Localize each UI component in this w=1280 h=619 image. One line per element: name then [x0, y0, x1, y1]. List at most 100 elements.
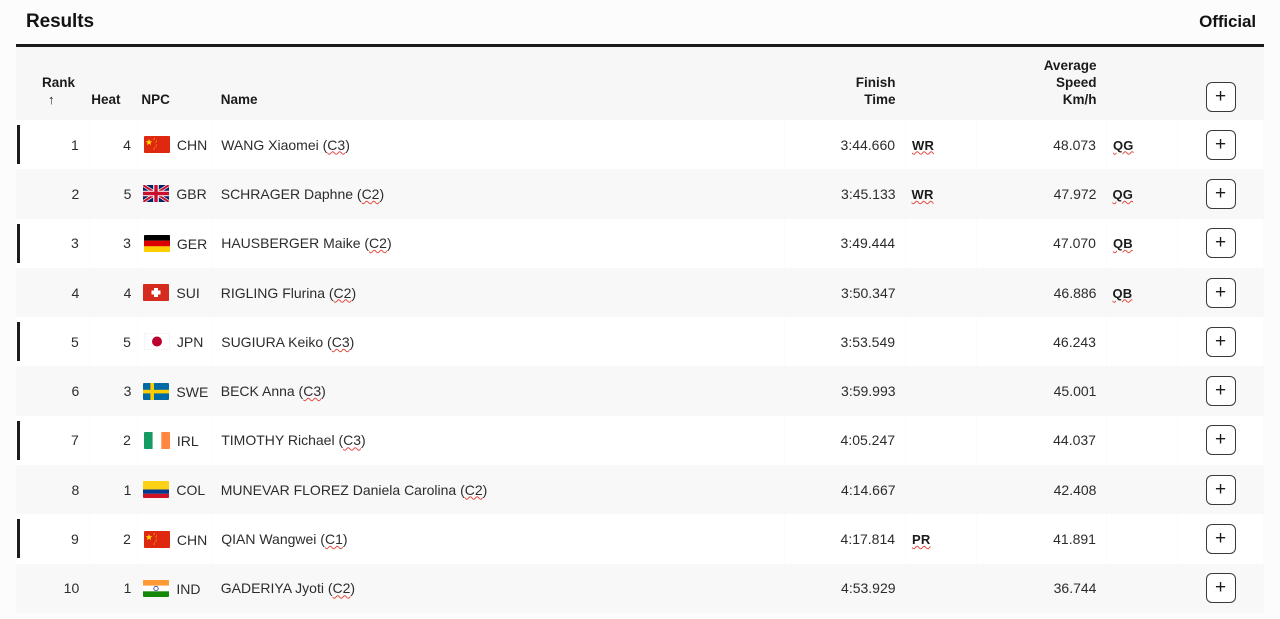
cell-finish-time: 4:14.667 [784, 465, 905, 514]
cell-speed-record: QB [1106, 219, 1177, 268]
cell-speed-record [1106, 514, 1177, 563]
expand-row-button[interactable]: + [1206, 130, 1236, 160]
qualification-badge: QG [1113, 138, 1134, 153]
cell-athlete-name: MUNEVAR FLOREZ Daniela Carolina (C2) [213, 465, 784, 514]
cell-npc: CHN [137, 514, 212, 563]
flag-chn-icon [144, 136, 170, 153]
cell-finish-time: 3:50.347 [784, 268, 905, 317]
expand-row-button[interactable]: + [1206, 327, 1236, 357]
flag-jpn-icon [144, 333, 170, 350]
average-speed-line3: Km/h [1063, 92, 1097, 107]
expand-row-button[interactable]: + [1206, 475, 1236, 505]
expand-row-button[interactable]: + [1206, 376, 1236, 406]
expand-row-button[interactable]: + [1206, 573, 1236, 603]
cell-npc: IND [137, 564, 212, 613]
athlete-name-tail: ) [350, 334, 355, 350]
cell-expand: + [1178, 564, 1264, 613]
cell-finish-record: WR [906, 169, 977, 218]
athlete-sport-class: C3 [343, 432, 361, 448]
athlete-name: QIAN Wangwei ( [221, 531, 325, 547]
results-table-body: 14 CHNWANG Xiaomei (C3)3:44.660WR48.073Q… [16, 120, 1264, 613]
results-table: Rank↑ Heat NPC Name Finish Time Average … [16, 47, 1264, 613]
athlete-name: TIMOTHY Richael ( [221, 432, 343, 448]
athlete-sport-class: C2 [465, 482, 483, 498]
flag-ind-icon [143, 580, 169, 597]
cell-athlete-name: SCHRAGER Daphne (C2) [213, 169, 784, 218]
cell-expand: + [1178, 317, 1264, 366]
expand-row-button[interactable]: + [1206, 179, 1236, 209]
cell-rank: 2 [16, 169, 89, 218]
column-header-heat[interactable]: Heat [89, 47, 137, 120]
athlete-name-tail: ) [345, 137, 350, 153]
cell-npc: COL [137, 465, 212, 514]
expand-row-button[interactable]: + [1206, 278, 1236, 308]
cell-finish-time: 3:44.660 [784, 120, 905, 169]
column-header-finish-record [906, 47, 977, 120]
column-header-expand-all: + [1178, 47, 1264, 120]
qualification-badge: QB [1113, 236, 1133, 251]
table-row[interactable]: 44 SUIRIGLING Flurina (C2)3:50.34746.886… [16, 268, 1264, 317]
expand-all-button[interactable]: + [1206, 82, 1236, 112]
table-row[interactable]: 72 IRLTIMOTHY Richael (C3)4:05.24744.037… [16, 416, 1264, 465]
expand-row-button[interactable]: + [1206, 228, 1236, 258]
cell-average-speed: 36.744 [977, 564, 1107, 613]
cell-average-speed: 47.070 [977, 219, 1107, 268]
cell-finish-record [906, 219, 977, 268]
column-header-rank-label: Rank [42, 75, 75, 90]
table-row[interactable]: 14 CHNWANG Xiaomei (C3)3:44.660WR48.073Q… [16, 120, 1264, 169]
expand-row-button[interactable]: + [1206, 425, 1236, 455]
cell-heat: 2 [89, 514, 137, 563]
cell-rank: 7 [16, 416, 89, 465]
cell-average-speed: 44.037 [977, 416, 1107, 465]
cell-heat: 3 [89, 219, 137, 268]
cell-average-speed: 42.408 [977, 465, 1107, 514]
column-header-name[interactable]: Name [213, 47, 784, 120]
cell-npc: SWE [137, 366, 212, 415]
npc-code: GER [177, 236, 207, 252]
cell-heat: 5 [89, 317, 137, 366]
cell-athlete-name: WANG Xiaomei (C3) [213, 120, 784, 169]
column-header-rank[interactable]: Rank↑ [16, 47, 89, 120]
column-header-npc[interactable]: NPC [137, 47, 212, 120]
athlete-name-tail: ) [321, 383, 326, 399]
cell-athlete-name: TIMOTHY Richael (C3) [213, 416, 784, 465]
table-row[interactable]: 101 INDGADERIYA Jyoti (C2)4:53.92936.744… [16, 564, 1264, 613]
expand-row-button[interactable]: + [1206, 524, 1236, 554]
athlete-name-tail: ) [351, 285, 356, 301]
record-badge: PR [912, 532, 930, 547]
npc-code: GBR [176, 186, 206, 202]
cell-expand: + [1178, 366, 1264, 415]
cell-npc: JPN [137, 317, 212, 366]
cell-average-speed: 41.891 [977, 514, 1107, 563]
athlete-sport-class: C3 [303, 383, 321, 399]
athlete-name: HAUSBERGER Maike ( [221, 235, 369, 251]
results-page: Results Official Rank↑ Heat NPC Name Fin… [0, 0, 1280, 619]
cell-expand: + [1178, 169, 1264, 218]
athlete-sport-class: C1 [325, 531, 343, 547]
cell-speed-record: QG [1106, 120, 1177, 169]
athlete-name: WANG Xiaomei ( [221, 137, 327, 153]
cell-athlete-name: GADERIYA Jyoti (C2) [213, 564, 784, 613]
cell-athlete-name: BECK Anna (C3) [213, 366, 784, 415]
table-row[interactable]: 81 COLMUNEVAR FLOREZ Daniela Carolina (C… [16, 465, 1264, 514]
cell-speed-record [1106, 366, 1177, 415]
cell-rank: 8 [16, 465, 89, 514]
npc-code: IND [176, 581, 200, 597]
sort-ascending-icon: ↑ [48, 91, 55, 108]
cell-expand: + [1178, 514, 1264, 563]
column-header-finish-time[interactable]: Finish Time [784, 47, 905, 120]
cell-average-speed: 45.001 [977, 366, 1107, 415]
cell-speed-record [1106, 564, 1177, 613]
cell-expand: + [1178, 465, 1264, 514]
cell-average-speed: 46.886 [977, 268, 1107, 317]
table-row[interactable]: 63 SWEBECK Anna (C3)3:59.99345.001+ [16, 366, 1264, 415]
cell-speed-record: QB [1106, 268, 1177, 317]
athlete-name-tail: ) [387, 235, 392, 251]
column-header-average-speed[interactable]: Average Speed Km/h [977, 47, 1107, 120]
table-row[interactable]: 92 CHNQIAN Wangwei (C1)4:17.814PR41.891+ [16, 514, 1264, 563]
cell-athlete-name: RIGLING Flurina (C2) [213, 268, 784, 317]
status-badge: Official [1199, 12, 1256, 32]
table-row[interactable]: 55 JPNSUGIURA Keiko (C3)3:53.54946.243+ [16, 317, 1264, 366]
table-row[interactable]: 25 GBRSCHRAGER Daphne (C2)3:45.133WR47.9… [16, 169, 1264, 218]
table-row[interactable]: 33 GERHAUSBERGER Maike (C2)3:49.44447.07… [16, 219, 1264, 268]
